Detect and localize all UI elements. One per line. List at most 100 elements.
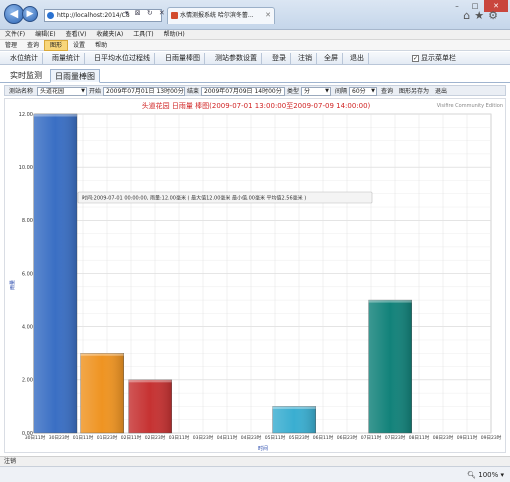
interval-value: 60分 (352, 88, 366, 95)
y-tick-labels: 0.002.004.006.008.0010.0012.00 (19, 112, 33, 437)
x-tick-label: 30日23时 (49, 434, 70, 441)
rainfall-bar-chart: 头道花园 日雨量 棒图(2009-07-01 13:00:00至2009-07-… (9, 101, 503, 452)
address-text: http://localhost:2014/C8 (57, 12, 130, 19)
nav-water-level-stats[interactable]: 水位统计 (6, 53, 43, 64)
browser-titlebar: ◀ ▶ http://localhost:2014/C8 ▾ ⊠ ↻ ✕ 水情测… (0, 0, 510, 30)
save-chart-button[interactable]: 图形另存为 (397, 87, 431, 96)
browser-statusbar: 🔍︎ 100% ▾ (0, 466, 510, 482)
query-button[interactable]: 查询 (379, 87, 395, 96)
chart-title: 头道花园 日雨量 棒图(2009-07-01 13:00:00至2009-07-… (142, 101, 371, 110)
forward-icon[interactable]: ▶ (22, 6, 38, 22)
interval-label: 间隔 (335, 88, 348, 95)
status-text[interactable]: 注销 (4, 458, 16, 465)
checkbox-icon[interactable]: ✓ (412, 54, 419, 62)
x-tick-label: 09日11时 (457, 434, 478, 441)
tab-realtime[interactable]: 实时监测 (6, 69, 46, 83)
show-menu-label: 显示菜单栏 (421, 54, 456, 62)
tab-title: 水情测报系统 哈尔滨冬蕾... (180, 12, 254, 19)
bar-highlight (128, 379, 172, 383)
page-icon (171, 12, 178, 19)
menu-edit[interactable]: 编辑(E) (30, 30, 60, 40)
show-menu-checkbox[interactable]: ✓ 显示菜单栏 (412, 54, 456, 63)
chart-tooltip: 时间:2009-07-01 00:00:00, 雨量:12.00毫米 ( 最大值… (77, 191, 373, 204)
chevron-down-icon: ▼ (325, 88, 329, 94)
browser-menubar: 文件(F) 编辑(E) 查看(V) 收藏夹(A) 工具(T) 帮助(H) (0, 30, 510, 40)
nav-rainfall-stats[interactable]: 雨量统计 (48, 53, 85, 64)
zoom-icon: 🔍︎ (467, 471, 476, 479)
app-menubar: 管理 查询 图形 设置 帮助 (0, 40, 510, 51)
query-bar: 测站名称 头道花园 ▼ 开始 2009年07月01日 13时00分 结束 2009… (4, 85, 506, 96)
app-menu-graphics[interactable]: 图形 (44, 40, 69, 51)
interval-select[interactable]: 60分 ▼ (349, 87, 377, 96)
nav-login[interactable]: 登录 (268, 53, 291, 64)
y-tick-label: 12.00 (19, 112, 33, 118)
x-tick-label: 07日23时 (385, 434, 406, 441)
x-tick-label: 08日11时 (409, 434, 430, 441)
station-label: 测站名称 (9, 88, 34, 95)
app-menu-settings[interactable]: 设置 (68, 40, 90, 51)
end-time-input[interactable]: 2009年07月09日 14时00分 (201, 87, 285, 96)
x-tick-label: 30日11时 (25, 434, 46, 441)
x-tick-label: 02日11时 (121, 434, 142, 441)
zoom-level: 100% (478, 471, 499, 479)
nav-station-params[interactable]: 测站参数设置 (211, 53, 262, 64)
tooltip-text: 时间:2009-07-01 00:00:00, 雨量:12.00毫米 ( 最大值… (82, 195, 306, 202)
menu-favorites[interactable]: 收藏夹(A) (91, 30, 128, 40)
tab-close-icon[interactable]: ✕ (265, 8, 271, 23)
gear-icon[interactable]: ⚙ (488, 9, 502, 22)
x-tick-label: 01日11时 (73, 434, 94, 441)
bar-shade (272, 406, 316, 433)
menu-file[interactable]: 文件(F) (0, 30, 30, 40)
y-axis-label: 雨量 (9, 280, 16, 290)
bar-shade (33, 114, 77, 433)
menu-view[interactable]: 查看(V) (61, 30, 92, 40)
x-tick-label: 09日23时 (481, 434, 502, 441)
home-icon[interactable]: ⌂ (463, 9, 474, 22)
browser-tools[interactable]: ⌂★⚙ (463, 9, 502, 22)
chart-watermark: Visifire Community Edition (437, 103, 503, 109)
app-menu-help[interactable]: 帮助 (90, 40, 112, 51)
chart-area: 头道花园 日雨量 棒图(2009-07-01 13:00:00至2009-07-… (4, 98, 506, 453)
nav-daily-avg-water-level[interactable]: 日平均水位过程线 (90, 53, 155, 64)
star-icon[interactable]: ★ (474, 9, 488, 22)
type-select[interactable]: 分 ▼ (301, 87, 331, 96)
x-tick-label: 06日23时 (337, 434, 358, 441)
y-tick-label: 4.00 (22, 324, 33, 330)
x-tick-label: 07日11时 (361, 434, 382, 441)
app-menu-manage[interactable]: 管理 (0, 40, 22, 51)
menu-help[interactable]: 帮助(H) (159, 30, 190, 40)
x-tick-label: 05日11时 (265, 434, 286, 441)
browser-tab[interactable]: 水情测报系统 哈尔滨冬蕾... ✕ (167, 7, 275, 24)
nav-fullscreen[interactable]: 全屏 (320, 53, 343, 64)
x-tick-label: 05日23时 (289, 434, 310, 441)
address-tools-icons[interactable]: ▾ ⊠ ↻ ✕ (125, 9, 167, 17)
x-tick-label: 04日11时 (217, 434, 238, 441)
app-menu-query[interactable]: 查询 (22, 40, 44, 51)
nav-exit[interactable]: 退出 (346, 53, 369, 64)
start-time-input[interactable]: 2009年07月01日 13时00分 (103, 87, 185, 96)
x-tick-labels: 30日11时 30日23时 01日11时 01日23时 02日11时 02日23时 03日1… (25, 434, 502, 441)
bar-highlight (80, 353, 124, 356)
y-tick-label: 8.00 (22, 218, 33, 224)
menu-tools[interactable]: 工具(T) (128, 30, 158, 40)
x-tick-label: 03日23时 (193, 434, 214, 441)
y-tick-label: 6.00 (22, 271, 33, 277)
nav-logout[interactable]: 注销 (294, 53, 317, 64)
bar-highlight (33, 114, 77, 117)
bar-highlight (272, 406, 316, 409)
exit-button[interactable]: 退出 (433, 87, 449, 96)
station-value: 头道花园 (40, 88, 65, 95)
back-icon[interactable]: ◀ (4, 4, 24, 24)
tab-daily-rainfall-bar[interactable]: 日雨量棒图 (50, 69, 100, 83)
station-select[interactable]: 头道花园 ▼ (37, 87, 87, 96)
bar-shade (80, 353, 124, 433)
bar-shade (368, 300, 412, 433)
x-tick-label: 01日23时 (97, 434, 118, 441)
zoom-control[interactable]: 🔍︎ 100% ▾ (467, 470, 504, 480)
x-axis-label: 时间 (258, 445, 268, 452)
chevron-down-icon: ▼ (371, 88, 375, 94)
x-tick-label: 03日11时 (169, 434, 190, 441)
x-tick-label: 02日23时 (145, 434, 166, 441)
type-label: 类型 (287, 88, 300, 95)
nav-daily-rainfall-bar[interactable]: 日雨量棒图 (161, 53, 205, 64)
